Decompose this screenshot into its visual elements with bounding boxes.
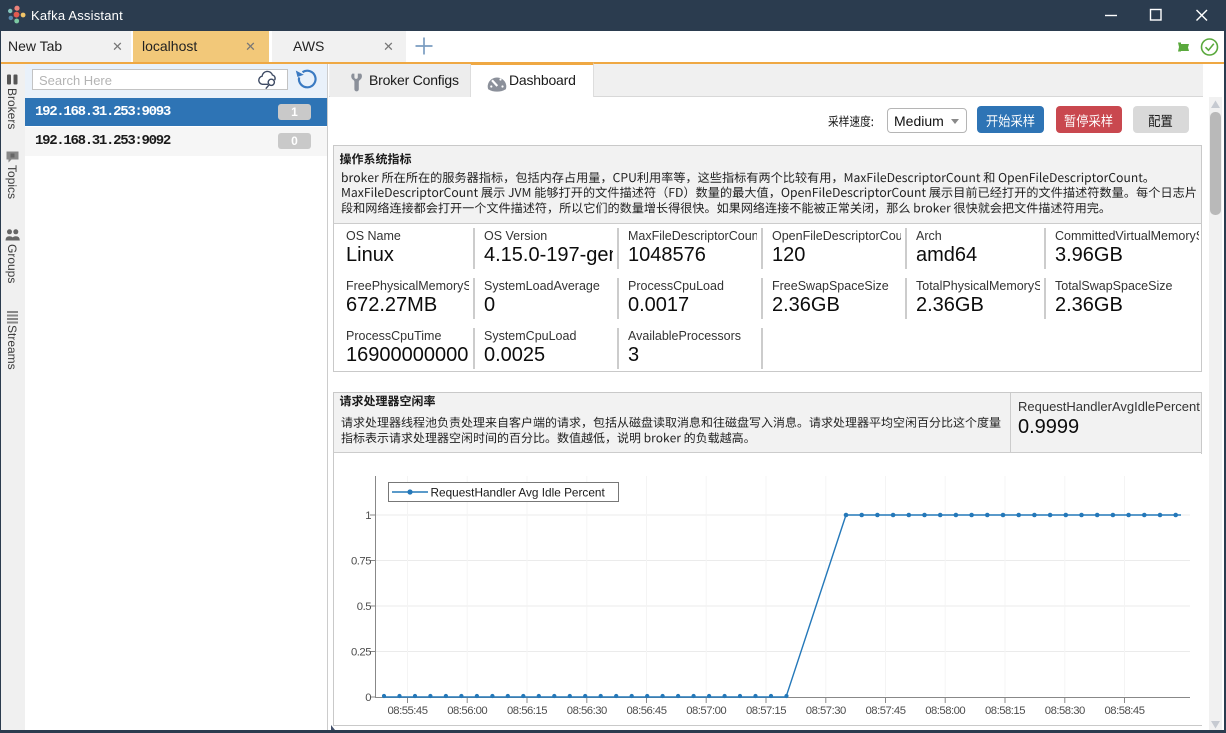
svg-text:08:57:00: 08:57:00	[686, 705, 726, 717]
svg-text:RequestHandler Avg Idle Percen: RequestHandler Avg Idle Percent	[431, 486, 606, 500]
svg-text:08:58:45: 08:58:45	[1105, 705, 1145, 717]
svg-text:08:56:15: 08:56:15	[507, 705, 547, 717]
svg-text:0.75: 0.75	[351, 556, 371, 568]
svg-text:08:55:45: 08:55:45	[388, 705, 428, 717]
svg-text:08:57:30: 08:57:30	[806, 705, 846, 717]
svg-text:08:58:30: 08:58:30	[1045, 705, 1085, 717]
svg-text:08:57:45: 08:57:45	[866, 705, 906, 717]
svg-text:0.25: 0.25	[351, 647, 371, 659]
svg-text:08:57:15: 08:57:15	[746, 705, 786, 717]
svg-text:08:58:00: 08:58:00	[925, 705, 965, 717]
svg-text:0: 0	[365, 692, 371, 704]
svg-text:0.5: 0.5	[357, 601, 371, 613]
svg-text:08:56:00: 08:56:00	[447, 705, 487, 717]
svg-text:08:56:30: 08:56:30	[567, 705, 607, 717]
svg-text:1: 1	[365, 510, 371, 522]
svg-text:08:58:15: 08:58:15	[985, 705, 1025, 717]
svg-text:08:56:45: 08:56:45	[627, 705, 667, 717]
